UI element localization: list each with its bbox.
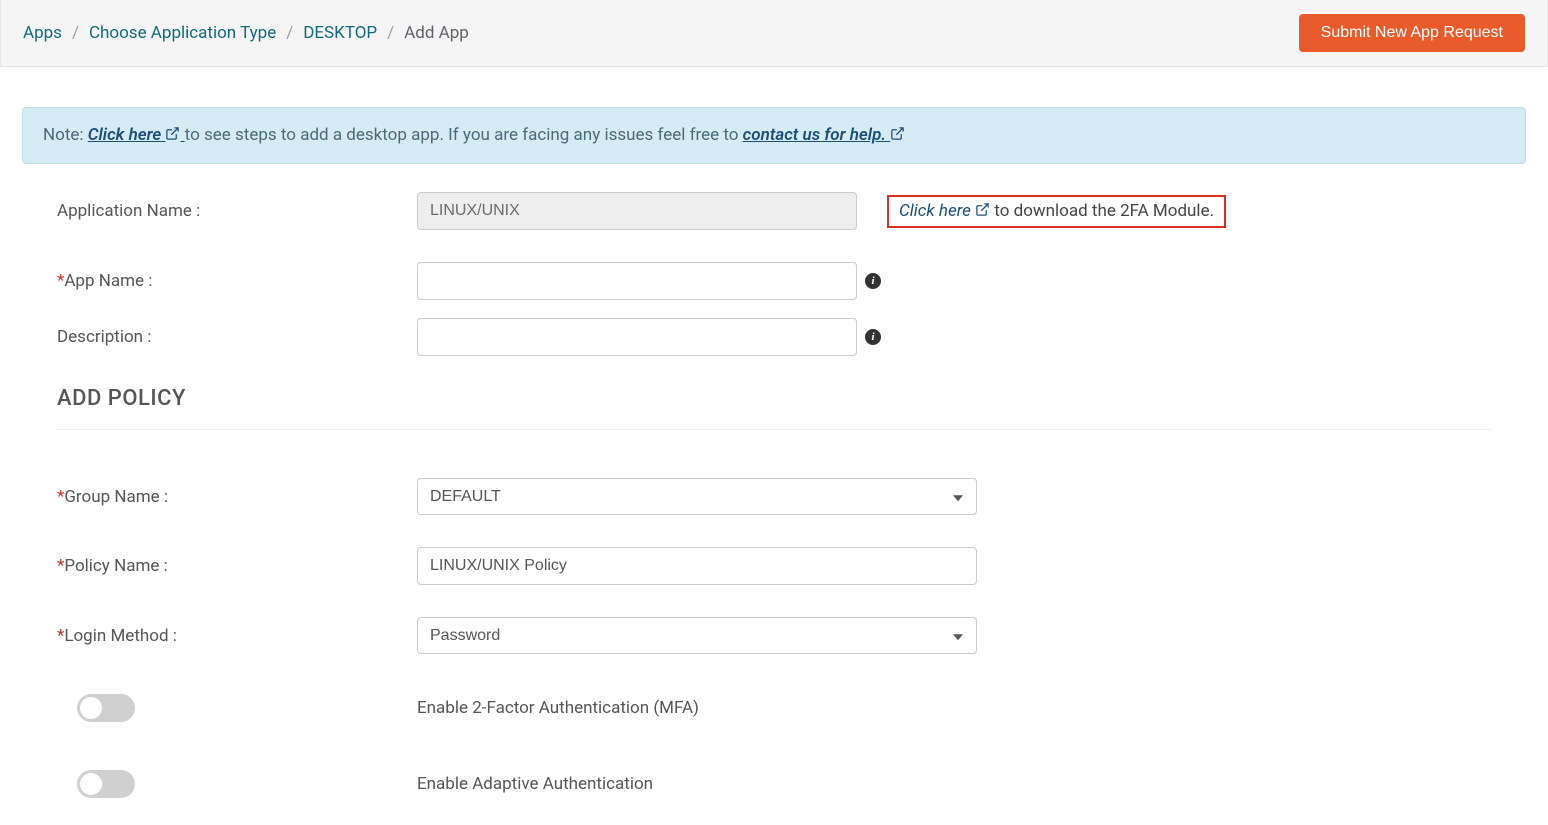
row-login-method: *Login Method : Password (57, 617, 1491, 654)
download-2fa-box: Click here to download the 2FA Module. (887, 195, 1226, 228)
breadcrumb-sep: / (72, 23, 79, 43)
note-box: Note: Click here to see steps to add a d… (22, 107, 1526, 164)
application-name-label: Application Name : (57, 201, 417, 221)
app-name-input[interactable] (417, 262, 857, 300)
external-link-icon (890, 126, 905, 146)
info-icon[interactable]: i (865, 273, 881, 289)
login-method-label: Login Method : (64, 626, 177, 646)
row-application-name: Application Name : Click here to downloa… (57, 192, 1491, 230)
topbar: Apps / Choose Application Type / DESKTOP… (0, 0, 1548, 67)
info-icon[interactable]: i (865, 329, 881, 345)
divider (57, 429, 1491, 430)
breadcrumb: Apps / Choose Application Type / DESKTOP… (23, 23, 469, 43)
group-name-label: Group Name : (64, 487, 168, 507)
external-link-icon (975, 202, 990, 222)
form-area: Application Name : Click here to downloa… (22, 192, 1526, 798)
add-policy-heading: ADD POLICY (57, 386, 1491, 411)
submit-new-app-request-button[interactable]: Submit New App Request (1299, 14, 1525, 52)
download-2fa-link[interactable]: Click here (899, 201, 994, 221)
note-steps-link[interactable]: Click here (88, 125, 185, 145)
enable-mfa-label: Enable 2-Factor Authentication (MFA) (417, 698, 699, 718)
breadcrumb-current: Add App (404, 23, 469, 43)
policy-name-label: Policy Name : (64, 556, 167, 576)
breadcrumb-sep: / (387, 23, 394, 43)
row-description: Description : i (57, 318, 1491, 356)
enable-adaptive-label: Enable Adaptive Authentication (417, 774, 653, 794)
breadcrumb-sep: / (286, 23, 293, 43)
note-prefix: Note: (43, 125, 88, 145)
description-input[interactable] (417, 318, 857, 356)
breadcrumb-apps[interactable]: Apps (23, 23, 62, 43)
group-name-select[interactable]: DEFAULT (417, 478, 977, 515)
app-name-label: App Name : (64, 271, 152, 291)
row-enable-mfa: Enable 2-Factor Authentication (MFA) (57, 694, 1491, 722)
external-link-icon (165, 126, 180, 146)
description-label: Description : (57, 327, 417, 347)
enable-adaptive-toggle[interactable] (77, 770, 135, 798)
policy-name-input[interactable] (417, 547, 977, 585)
note-mid: to see steps to add a desktop app. If yo… (185, 125, 743, 145)
enable-mfa-toggle[interactable] (77, 694, 135, 722)
row-group-name: *Group Name : DEFAULT (57, 478, 1491, 515)
row-enable-adaptive: Enable Adaptive Authentication (57, 770, 1491, 798)
breadcrumb-desktop[interactable]: DESKTOP (303, 23, 377, 43)
content: Note: Click here to see steps to add a d… (0, 67, 1548, 798)
login-method-select[interactable]: Password (417, 617, 977, 654)
note-contact-link[interactable]: contact us for help. (743, 125, 906, 145)
download-2fa-suffix: to download the 2FA Module. (994, 201, 1214, 221)
row-policy-name: *Policy Name : (57, 547, 1491, 585)
row-app-name: *App Name : i (57, 262, 1491, 300)
breadcrumb-choose-app-type[interactable]: Choose Application Type (89, 23, 276, 43)
application-name-input (417, 192, 857, 230)
